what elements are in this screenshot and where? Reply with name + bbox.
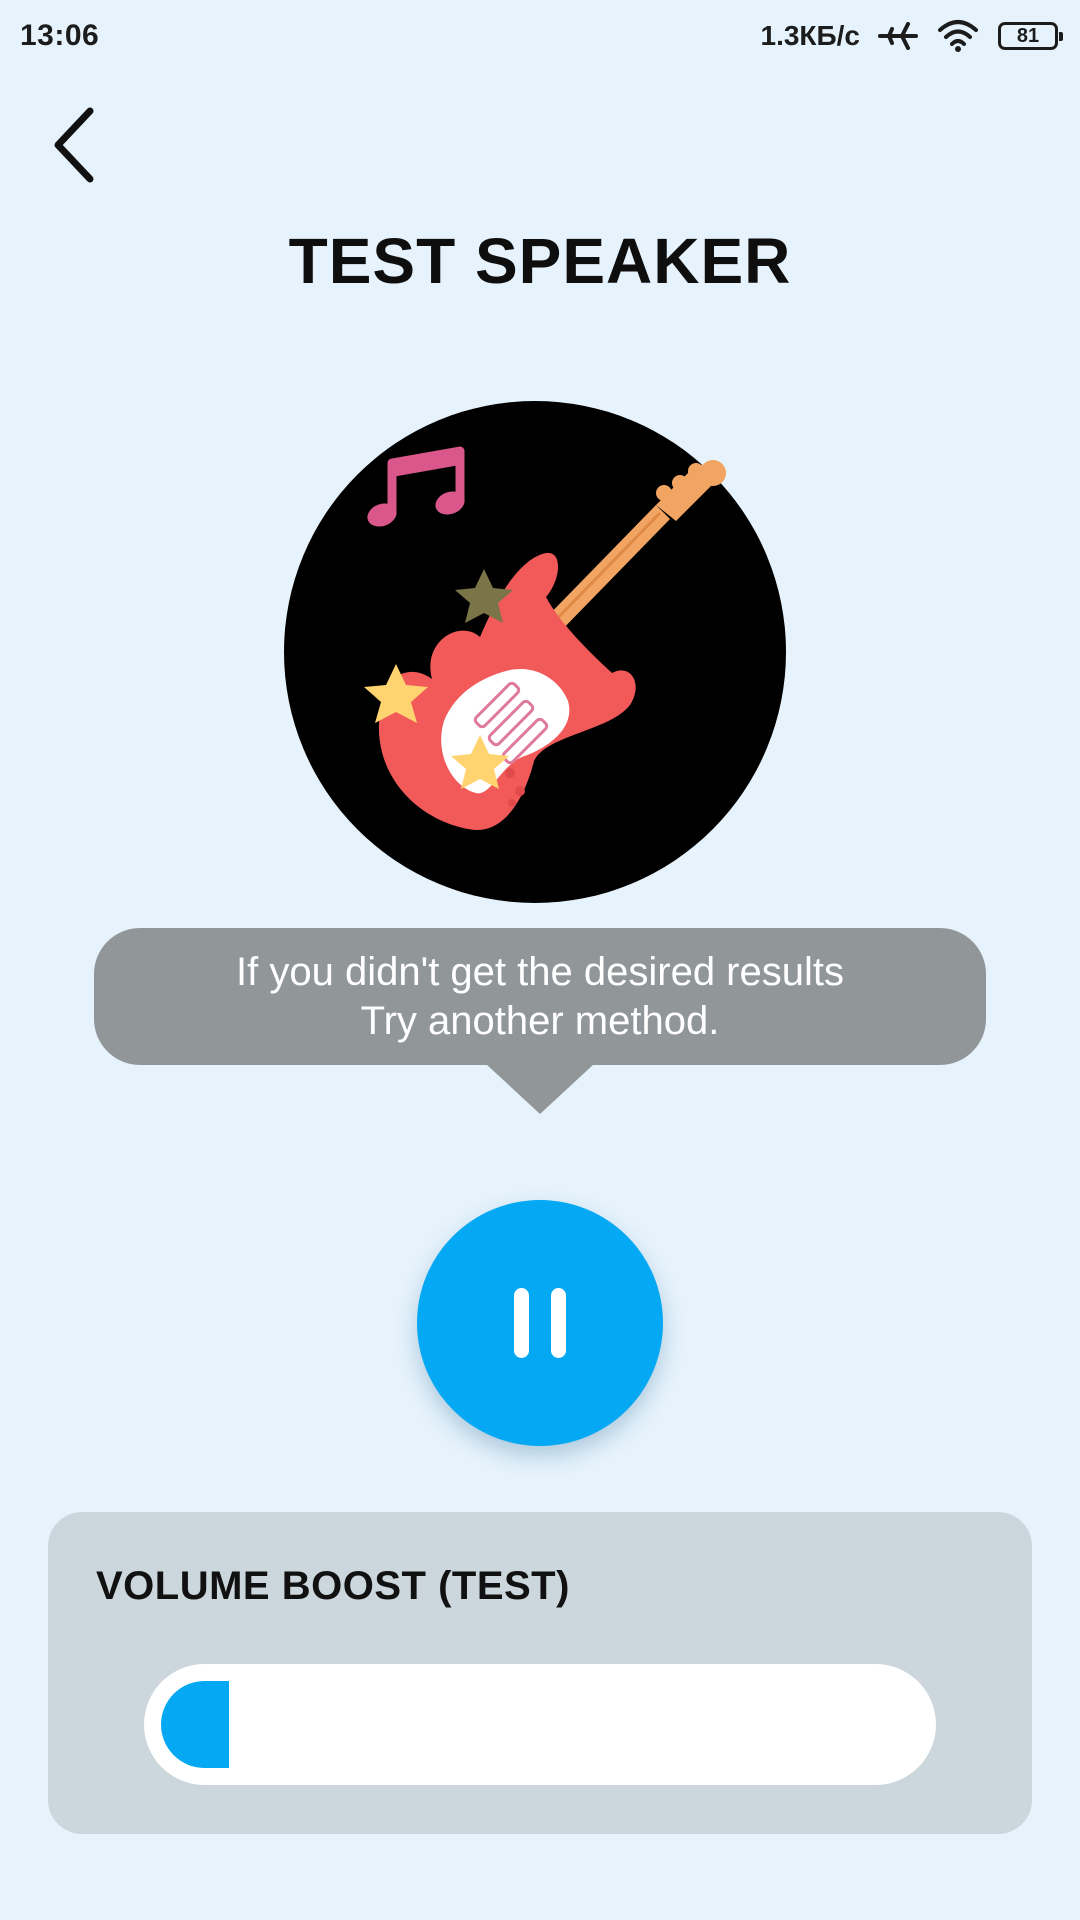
guitar-artwork — [284, 401, 786, 903]
volume-boost-slider[interactable] — [144, 1664, 936, 1785]
volume-boost-panel: VOLUME BOOST (TEST) — [48, 1512, 1032, 1834]
pause-icon — [514, 1288, 529, 1358]
status-bar: 13:06 1.3КБ/с 81 — [0, 0, 1080, 72]
hint-tooltip: If you didn't get the desired results Tr… — [94, 928, 986, 1065]
tooltip-line-1: If you didn't get the desired results — [236, 949, 844, 994]
music-note-icon — [367, 446, 465, 527]
wifi-icon — [936, 18, 980, 54]
status-icons: 1.3КБ/с 81 — [760, 18, 1063, 54]
airplane-icon — [878, 18, 918, 54]
volume-boost-title: VOLUME BOOST (TEST) — [96, 1564, 570, 1608]
tooltip-arrow — [486, 1064, 594, 1114]
chevron-left-icon — [54, 107, 94, 183]
network-speed: 1.3КБ/с — [760, 20, 861, 51]
pause-icon — [551, 1288, 566, 1358]
status-time: 13:06 — [20, 19, 100, 52]
electric-guitar-icon — [378, 460, 726, 830]
tooltip-line-2: Try another method. — [360, 998, 720, 1043]
page-title: TEST SPEAKER — [288, 225, 792, 297]
pause-button[interactable] — [417, 1200, 663, 1446]
back-button[interactable] — [40, 100, 110, 190]
battery-icon: 81 — [998, 22, 1063, 50]
volume-boost-fill — [161, 1681, 230, 1768]
test-speaker-screen: 13:06 1.3КБ/с 81 TEST SPEAKER If you did… — [0, 0, 1080, 1920]
